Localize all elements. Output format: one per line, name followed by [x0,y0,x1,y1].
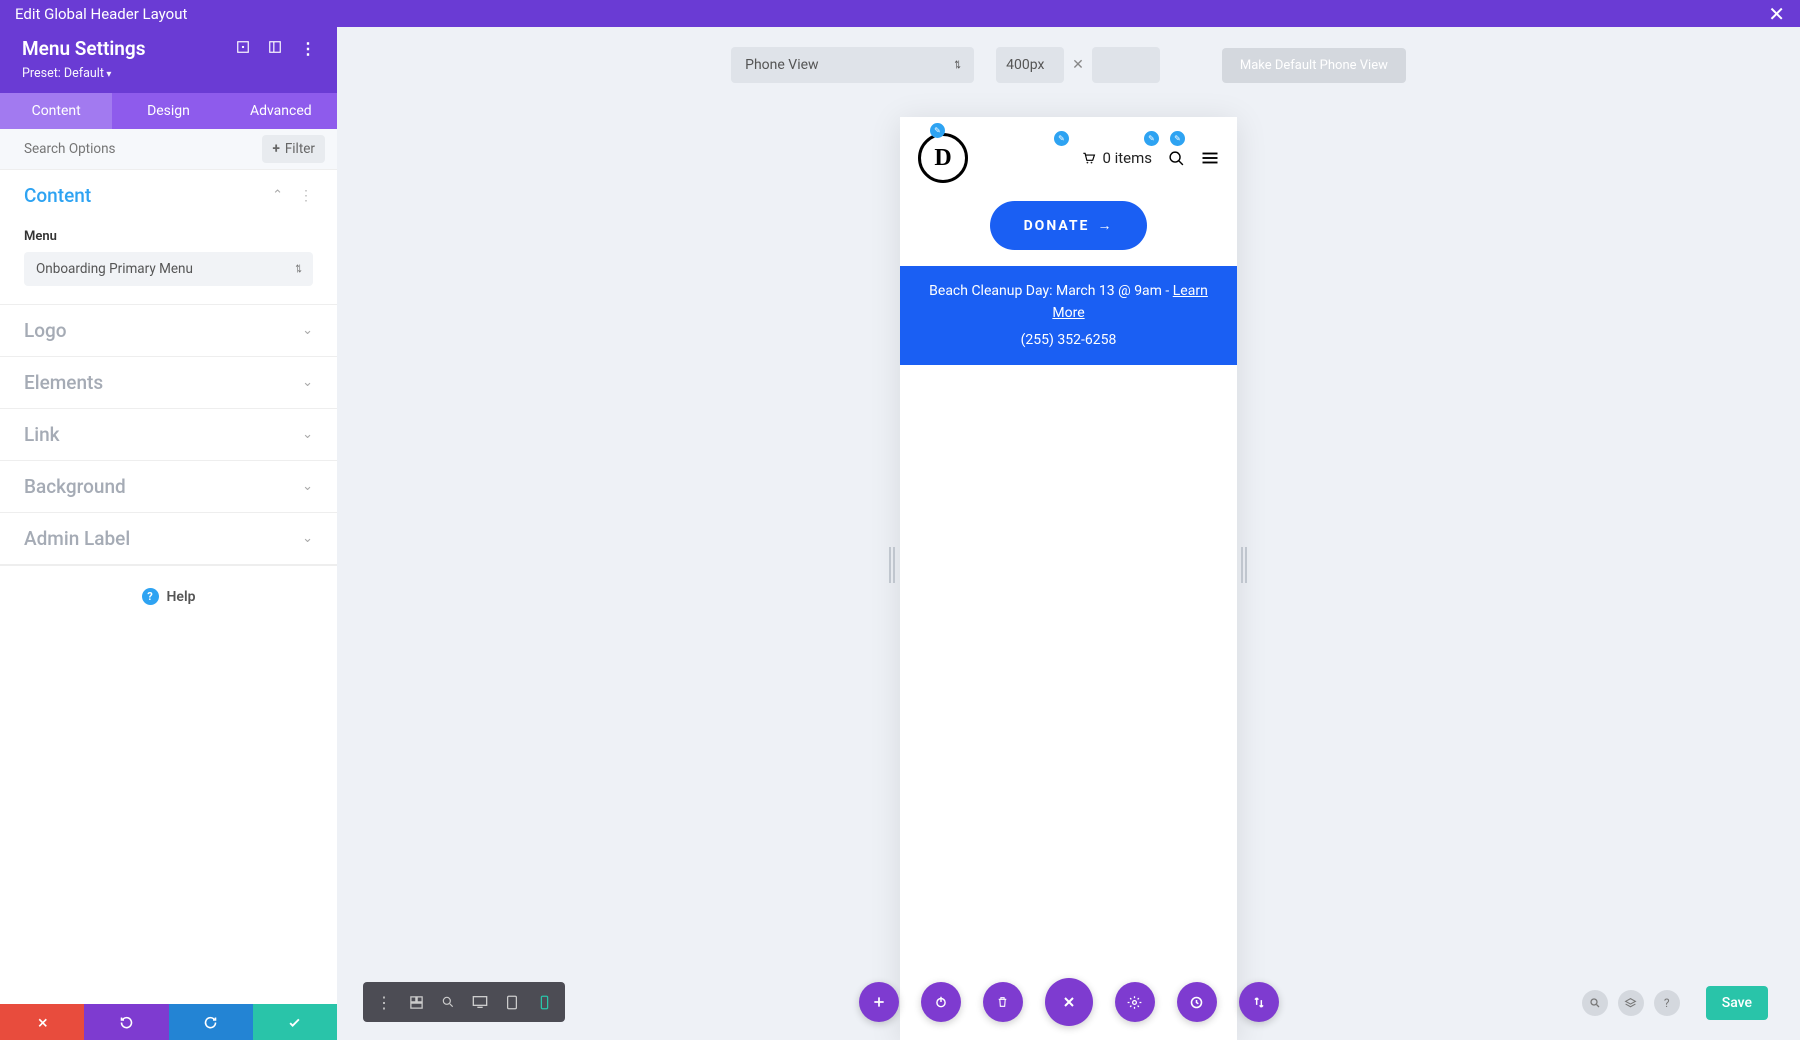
cart-icon [1080,151,1096,165]
chevron-down-icon: ⌄ [302,323,313,338]
phone-preview: D 0 items DONATE Beach Cleanup Day: Marc… [900,117,1237,1040]
hover-options-icon[interactable] [236,39,250,58]
menu-field-label: Menu [24,229,313,244]
phone-view-icon[interactable] [529,988,559,1016]
tab-content[interactable]: Content [0,93,112,129]
save-toolbar: ? Save [1582,986,1768,1020]
menu-select[interactable]: Onboarding Primary Menu [24,252,313,286]
zoom-icon[interactable] [433,988,463,1016]
discard-button[interactable] [0,1004,84,1040]
layers-icon[interactable] [1618,990,1644,1016]
redo-button[interactable] [169,1004,253,1040]
settings-sidebar: Menu Settings ⋮ Preset: Default Content … [0,27,337,1040]
builder-toolbar [859,978,1279,1026]
search-options-input[interactable] [24,129,262,169]
hamburger-menu-icon[interactable] [1201,151,1219,165]
section-elements-toggle[interactable]: Elements⌄ [0,357,337,408]
wireframe-view-icon[interactable] [401,988,431,1016]
close-icon[interactable]: ✕ [1768,2,1785,26]
announcement-bar: Beach Cleanup Day: March 13 @ 9am - Lear… [900,266,1237,365]
desktop-view-icon[interactable] [465,988,495,1016]
section-content-toggle[interactable]: Content ⌃⋮ [0,170,337,221]
power-button[interactable] [921,982,961,1022]
question-icon[interactable]: ? [1654,990,1680,1016]
edit-logo-badge[interactable] [930,123,945,138]
section-logo-toggle[interactable]: Logo⌄ [0,305,337,356]
chevron-down-icon: ⌄ [302,479,313,494]
view-toolbar: ⋮ [363,982,565,1022]
add-button[interactable] [859,982,899,1022]
search-icon[interactable] [1168,150,1185,167]
tablet-view-icon[interactable] [497,988,527,1016]
help-icon: ? [142,588,159,605]
site-logo[interactable]: D [918,133,968,183]
trash-button[interactable] [983,982,1023,1022]
chevron-up-icon: ⌃ [272,188,283,203]
section-background-toggle[interactable]: Background⌄ [0,461,337,512]
apply-button[interactable] [253,1004,337,1040]
edit-burger-badge[interactable] [1170,131,1185,146]
tab-design[interactable]: Design [112,93,224,129]
viewport-height-input[interactable] [1092,47,1160,83]
phone-number: (255) 352-6258 [920,329,1217,351]
edit-cart-badge[interactable] [1054,131,1069,146]
save-button[interactable]: Save [1706,986,1768,1020]
resize-handle-right[interactable] [1241,547,1249,583]
make-default-view-button[interactable]: Make Default Phone View [1222,48,1406,83]
settings-button[interactable] [1115,982,1155,1022]
chevron-down-icon: ⌄ [302,427,313,442]
responsive-icon[interactable] [268,39,282,58]
dimension-separator: ✕ [1072,57,1084,73]
search-page-icon[interactable] [1582,990,1608,1016]
resize-handle-left[interactable] [889,547,897,583]
edit-search-badge[interactable] [1144,131,1159,146]
tab-advanced[interactable]: Advanced [225,93,337,129]
help-button[interactable]: ? Help [0,565,337,627]
preview-canvas: Phone View ✕ Make Default Phone View D [337,27,1800,1040]
cart-link[interactable]: 0 items [1080,149,1152,167]
section-menu-icon[interactable]: ⋮ [299,188,313,204]
donate-button[interactable]: DONATE [990,201,1148,250]
close-builder-button[interactable] [1045,978,1093,1026]
history-button[interactable] [1177,982,1217,1022]
toolbar-menu-icon[interactable]: ⋮ [369,988,399,1016]
viewport-select[interactable]: Phone View [731,47,974,83]
filter-button[interactable]: +Filter [262,135,325,163]
chevron-down-icon: ⌄ [302,531,313,546]
module-title: Menu Settings [22,37,146,60]
preset-selector[interactable]: Preset: Default [22,66,315,81]
section-admin-label-toggle[interactable]: Admin Label⌄ [0,513,337,564]
page-title: Edit Global Header Layout [15,5,187,23]
undo-button[interactable] [84,1004,168,1040]
viewport-width-input[interactable] [996,47,1064,83]
kebab-menu-icon[interactable]: ⋮ [300,39,315,58]
section-link-toggle[interactable]: Link⌄ [0,409,337,460]
chevron-down-icon: ⌄ [302,375,313,390]
portability-button[interactable] [1239,982,1279,1022]
